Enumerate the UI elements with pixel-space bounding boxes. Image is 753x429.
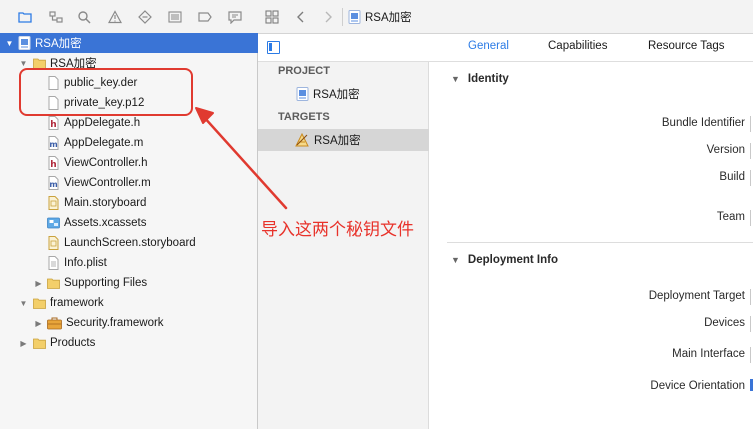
general-settings-panel: ▼ Identity Bundle Identifier Version Bui… [429,62,753,429]
toolbar-divider [342,8,343,26]
tab-general[interactable]: General [468,40,509,52]
project-navigator: ▼ RSA加密 ▼ RSA加密 public_key.der private_k… [0,0,258,429]
project-file-icon [296,87,309,101]
tree-label: Info.plist [64,257,107,269]
tree-label: Supporting Files [64,277,148,289]
tree-row-file[interactable]: Main.storyboard [0,193,258,213]
tree-label: Assets.xcassets [64,217,147,229]
tag-icon[interactable] [196,8,214,26]
tree-label: Products [50,337,96,349]
disclosure-closed-icon[interactable]: ▶ [33,278,44,289]
app-target-icon [294,133,310,147]
header-file-icon: h [47,156,60,170]
svg-text:h: h [50,160,56,170]
annotation-highlight-box [19,68,193,116]
list-icon[interactable] [166,8,184,26]
related-items-grid-icon[interactable] [264,9,280,25]
search-icon[interactable] [75,8,93,26]
editor-jump-bar: RSA加密 [258,0,753,34]
svg-text:m: m [49,140,57,149]
implementation-file-icon: m [47,176,60,190]
breadcrumb-label: RSA加密 [365,12,412,24]
breakpoint-diamond-icon[interactable] [136,8,154,26]
forward-chevron-icon[interactable] [320,9,336,25]
main-interface-label: Main Interface [672,348,745,360]
project-item[interactable]: RSA加密 [258,83,429,105]
section-divider [447,242,753,243]
disclosure-open-icon[interactable]: ▼ [4,38,15,49]
disclosure-open-icon[interactable]: ▼ [451,255,460,265]
back-chevron-icon[interactable] [293,9,309,25]
tree-row-file[interactable]: Info.plist [0,253,258,273]
identity-section-title: Identity [467,73,509,85]
yellow-folder-icon [33,296,46,310]
tree-row-group[interactable]: ▼ framework [0,293,258,313]
plist-file-icon [47,256,60,270]
tree-row-group[interactable]: ▶ Products [0,333,258,353]
tree-label: AppDelegate.h [64,117,141,129]
tree-label: Main.storyboard [64,197,147,209]
tree-row-file[interactable]: h AppDelegate.h [0,113,258,133]
storyboard-file-icon [47,196,60,210]
version-label: Version [706,144,745,156]
tree-label: AppDelegate.m [64,137,144,149]
device-orientation-label: Device Orientation [650,380,745,392]
tree-label: ViewController.m [64,177,151,189]
disclosure-closed-icon[interactable]: ▶ [33,318,44,329]
tab-capabilities[interactable]: Capabilities [548,40,607,52]
targets-section-header: TARGETS [278,111,330,123]
target-item[interactable]: RSA加密 [258,129,429,151]
tree-label: ViewController.h [64,157,148,169]
tree-label: RSA加密 [35,38,82,50]
project-file-icon [18,36,31,50]
storyboard-file-icon [47,236,60,250]
tree-row-group[interactable]: ▶ Supporting Files [0,273,258,293]
tree-row-file[interactable]: h ViewController.h [0,153,258,173]
header-file-icon: h [47,116,60,130]
tab-resource-tags[interactable]: Resource Tags [648,40,725,52]
show-targets-panel-icon[interactable] [267,41,280,54]
disclosure-open-icon[interactable]: ▼ [18,298,29,309]
tree-row-framework[interactable]: ▶ Security.framework [0,313,258,333]
disclosure-closed-icon[interactable]: ▶ [18,338,29,349]
team-label: Team [716,211,745,223]
svg-text:m: m [49,180,57,189]
asset-catalog-icon [47,216,60,230]
framework-toolbox-icon [47,316,62,330]
project-item-label: RSA加密 [313,89,360,101]
settings-tab-strip: General Capabilities Resource Tags [258,34,753,62]
navigator-toolbar [0,0,258,34]
tree-label: framework [50,297,104,309]
annotation-text: 导入这两个秘钥文件 [261,220,414,239]
disclosure-open-icon[interactable]: ▼ [451,74,460,84]
yellow-folder-icon [47,276,60,290]
bundle-identifier-label: Bundle Identifier [661,117,745,129]
disclosure-open-icon[interactable]: ▼ [18,58,29,69]
warning-icon[interactable] [106,8,124,26]
hierarchy-icon[interactable] [47,8,65,26]
tree-label: LaunchScreen.storyboard [64,237,196,249]
project-target-list: PROJECT RSA加密 TARGETS RSA加密 [258,62,429,429]
project-file-icon [348,10,361,24]
target-item-label: RSA加密 [314,135,361,147]
tree-row-file[interactable]: m AppDelegate.m [0,133,258,153]
breadcrumb[interactable]: RSA加密 [348,9,412,25]
deployment-section-title: Deployment Info [467,254,559,266]
build-label: Build [719,171,745,183]
project-section-header: PROJECT [278,65,330,77]
deployment-section-header[interactable]: ▼ Deployment Info [451,254,558,266]
folder-icon[interactable] [16,8,34,26]
tree-label: Security.framework [66,317,164,329]
tree-row-file[interactable]: m ViewController.m [0,173,258,193]
svg-text:h: h [50,120,56,130]
identity-section-header[interactable]: ▼ Identity [451,73,509,85]
deployment-target-label: Deployment Target [648,290,745,302]
comment-icon[interactable] [226,8,244,26]
implementation-file-icon: m [47,136,60,150]
tree-row-file[interactable]: Assets.xcassets [0,213,258,233]
tree-row-project[interactable]: ▼ RSA加密 [0,33,258,53]
devices-label: Devices [704,317,745,329]
tree-row-file[interactable]: LaunchScreen.storyboard [0,233,258,253]
yellow-folder-icon [33,336,46,350]
